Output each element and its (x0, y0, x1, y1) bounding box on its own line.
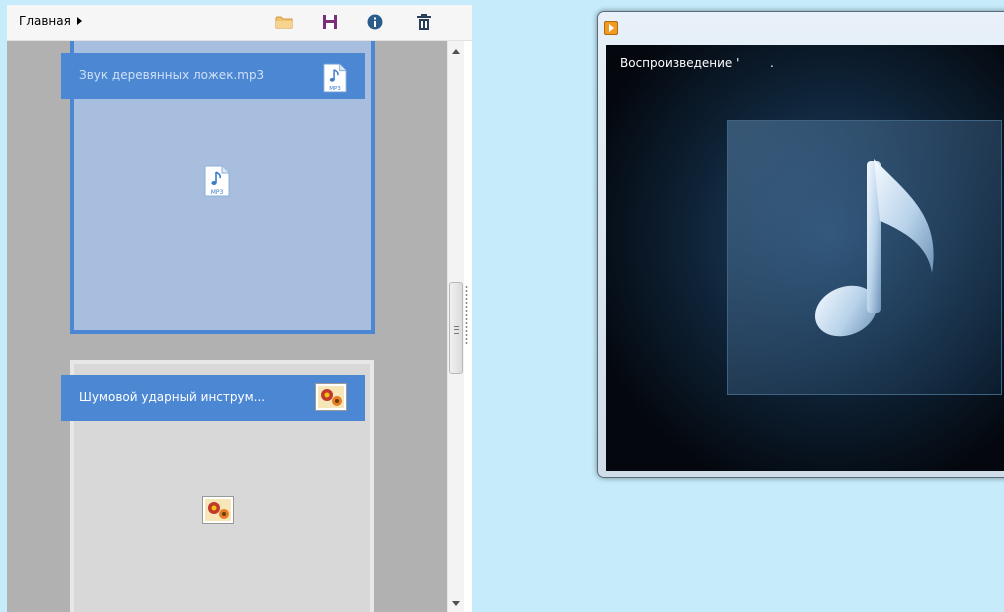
svg-text:MP3: MP3 (329, 86, 341, 92)
media-player-window[interactable]: Воспроизведение ' . (597, 11, 1004, 478)
info-icon[interactable] (365, 12, 385, 32)
mp3-file-icon: MP3 (323, 63, 347, 97)
album-art (727, 120, 1002, 395)
scroll-up-arrow-icon[interactable] (452, 49, 460, 54)
breadcrumb-arrow-icon[interactable] (76, 17, 82, 25)
folder-icon[interactable] (274, 12, 294, 32)
delete-icon[interactable] (414, 12, 434, 32)
music-note-icon (814, 159, 934, 337)
grip-icon (454, 326, 459, 334)
media-player-app-icon (604, 21, 618, 35)
vertical-scrollbar[interactable] (447, 41, 464, 612)
file-tile-header[interactable]: Звук деревянных ложек.mp3 MP3 (61, 53, 365, 99)
svg-text:MP3: MP3 (211, 189, 224, 196)
file-name: Звук деревянных ложек.mp3 (79, 68, 265, 82)
panel-splitter-handle[interactable] (465, 285, 468, 345)
file-browser-panel: Главная MP3 Звук деревянных ложек.mp3 MP… (7, 5, 472, 612)
image-file-icon (202, 496, 234, 528)
now-playing-view: Воспроизведение ' . (606, 45, 1004, 471)
file-tile-header[interactable]: Шумовой ударный инструм... (61, 375, 365, 421)
toolbar: Главная (7, 5, 472, 41)
scroll-down-arrow-icon[interactable] (452, 601, 460, 606)
now-playing-text: Воспроизведение ' . (620, 56, 774, 70)
mp3-file-icon: MP3 (204, 165, 230, 201)
breadcrumb[interactable]: Главная (19, 14, 82, 28)
file-list: MP3 Звук деревянных ложек.mp3 MP3 Шумово… (7, 41, 447, 612)
image-file-icon (315, 383, 347, 415)
breadcrumb-home[interactable]: Главная (19, 14, 71, 28)
file-name: Шумовой ударный инструм... (79, 390, 266, 404)
scroll-thumb[interactable] (449, 282, 463, 374)
save-icon[interactable] (320, 12, 340, 32)
